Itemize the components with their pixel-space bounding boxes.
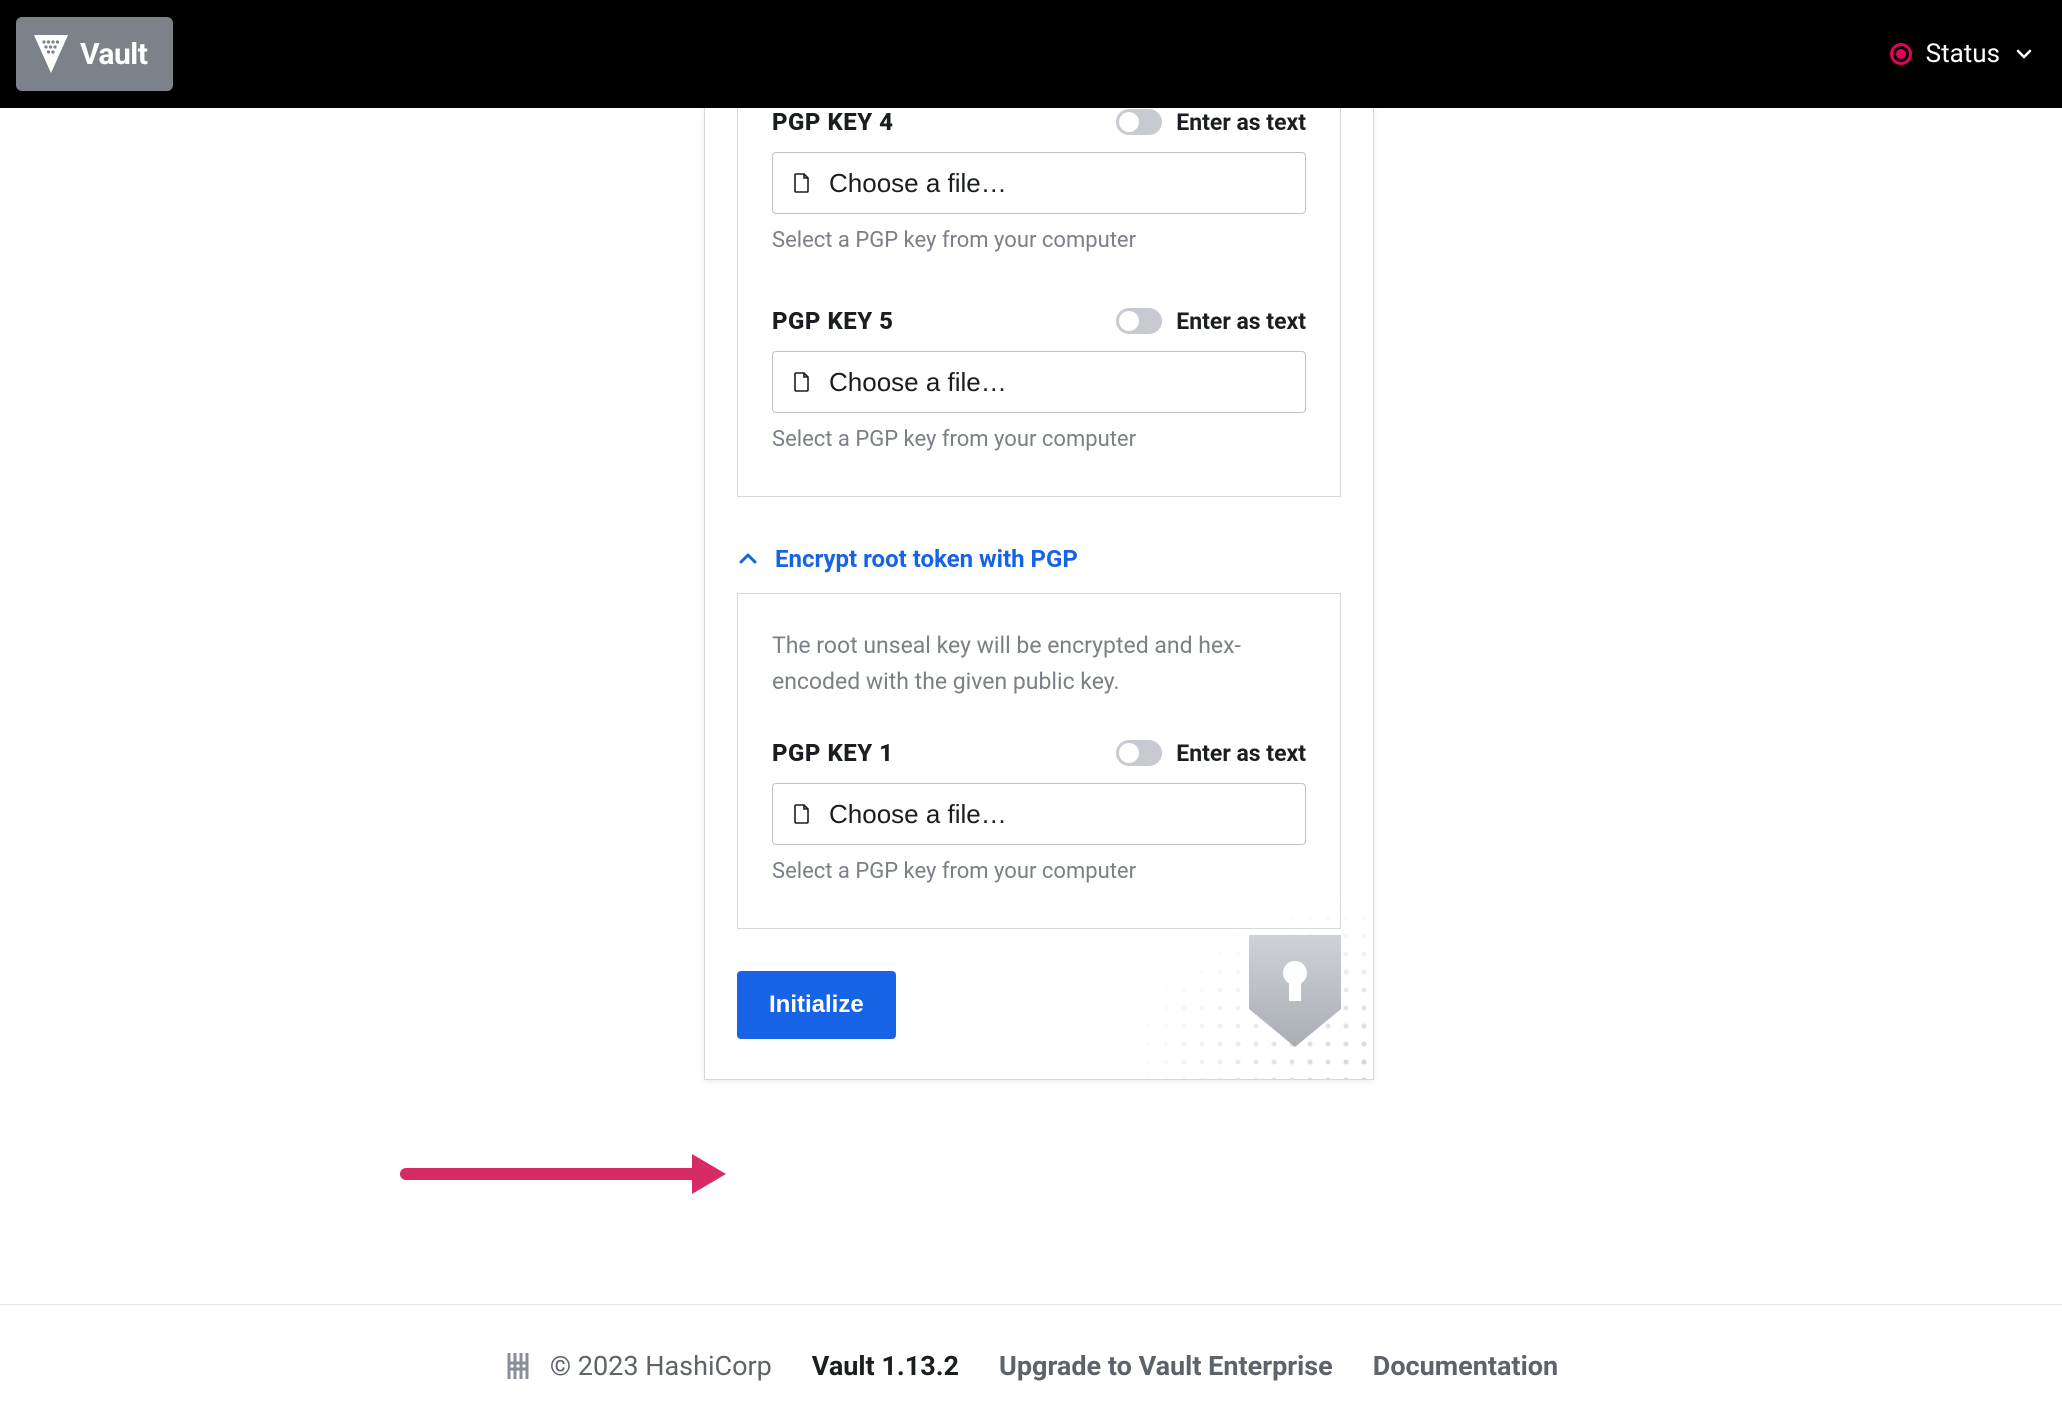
file-icon — [793, 804, 811, 824]
pgp-key-4-file-button[interactable]: Choose a file… — [772, 152, 1306, 214]
unseal-keys-section: PGP KEY 4 Enter as text Choose a file… S… — [737, 108, 1341, 497]
encrypt-root-label: Encrypt root token with PGP — [775, 545, 1078, 573]
root-pgp-key-label: PGP KEY 1 — [772, 739, 894, 767]
initialize-button[interactable]: Initialize — [737, 971, 896, 1039]
chevron-down-icon — [2014, 44, 2034, 64]
pgp-key-5-file-button[interactable]: Choose a file… — [772, 351, 1306, 413]
pgp-key-4-toggle-label: Enter as text — [1176, 109, 1306, 136]
pgp-key-4-block: PGP KEY 4 Enter as text Choose a file… S… — [772, 108, 1306, 253]
root-pgp-key-block: PGP KEY 1 Enter as text Choose a file… S… — [772, 739, 1306, 884]
root-pgp-key-file-button[interactable]: Choose a file… — [772, 783, 1306, 845]
pgp-key-4-text-toggle[interactable] — [1116, 109, 1162, 135]
root-pgp-key-toggle-label: Enter as text — [1176, 740, 1306, 767]
shield-lock-icon — [1245, 931, 1345, 1051]
brand-text: Vault — [80, 37, 147, 72]
footer-divider — [0, 1304, 2062, 1305]
vault-logo-icon — [34, 35, 68, 73]
init-card: PGP KEY 4 Enter as text Choose a file… S… — [704, 108, 1374, 1080]
pgp-key-5-helper: Select a PGP key from your computer — [772, 427, 1306, 452]
root-pgp-key-file-label: Choose a file… — [829, 799, 1007, 830]
status-label: Status — [1926, 39, 2000, 69]
pgp-key-4-label: PGP KEY 4 — [772, 108, 894, 136]
footer-upgrade-link[interactable]: Upgrade to Vault Enterprise — [999, 1350, 1333, 1382]
pgp-key-4-helper: Select a PGP key from your computer — [772, 228, 1306, 253]
brand-badge[interactable]: Vault — [16, 17, 173, 91]
pgp-key-5-block: PGP KEY 5 Enter as text Choose a file… S… — [772, 307, 1306, 452]
root-pgp-key-helper: Select a PGP key from your computer — [772, 859, 1306, 884]
hashicorp-icon — [504, 1351, 532, 1381]
footer-version: Vault 1.13.2 — [812, 1350, 959, 1382]
pgp-key-4-file-label: Choose a file… — [829, 168, 1007, 199]
status-menu[interactable]: Status — [1890, 39, 2034, 69]
annotation-arrow — [400, 1144, 730, 1204]
root-pgp-key-text-toggle[interactable] — [1116, 740, 1162, 766]
root-token-section: The root unseal key will be encrypted an… — [737, 593, 1341, 929]
file-icon — [793, 173, 811, 193]
navbar: Vault Status — [0, 0, 2062, 108]
footer-docs-link[interactable]: Documentation — [1373, 1350, 1558, 1382]
chevron-up-icon — [737, 548, 759, 570]
root-token-description: The root unseal key will be encrypted an… — [772, 628, 1306, 699]
pgp-key-5-file-label: Choose a file… — [829, 367, 1007, 398]
pgp-key-5-toggle-label: Enter as text — [1176, 308, 1306, 335]
file-icon — [793, 372, 811, 392]
pgp-key-5-text-toggle[interactable] — [1116, 308, 1162, 334]
pgp-key-5-label: PGP KEY 5 — [772, 307, 894, 335]
footer-copyright: © 2023 HashiCorp — [550, 1350, 772, 1382]
footer: © 2023 HashiCorp Vault 1.13.2 Upgrade to… — [0, 1350, 2062, 1382]
encrypt-root-collapse[interactable]: Encrypt root token with PGP — [737, 545, 1341, 573]
status-indicator-icon — [1890, 43, 1912, 65]
